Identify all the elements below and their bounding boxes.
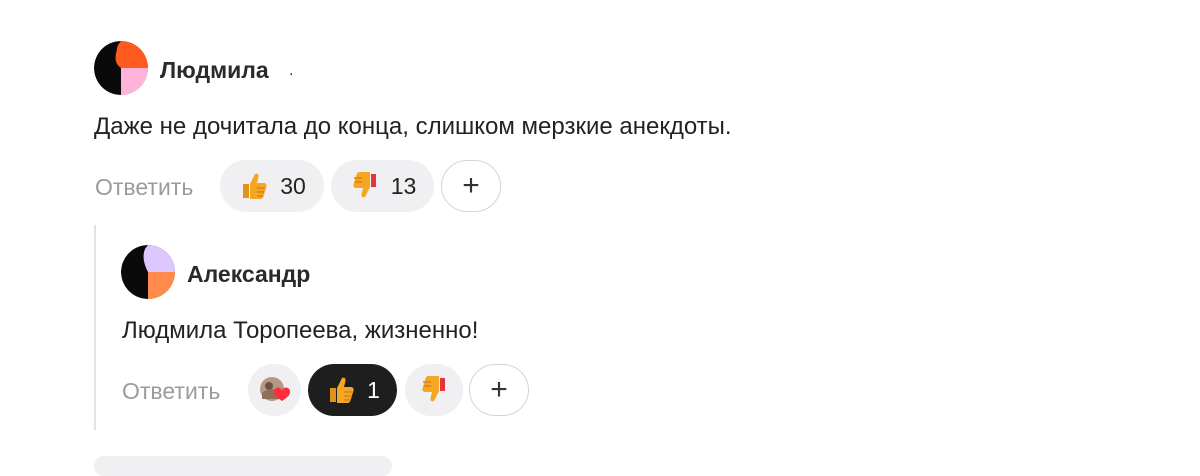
like-button[interactable]: 30: [220, 160, 324, 212]
plus-icon: +: [462, 169, 480, 202]
avatar-image: [94, 41, 148, 95]
add-reaction-button[interactable]: +: [469, 364, 529, 416]
reply-thread-line: [94, 225, 96, 430]
reactor-avatar-heart-icon: [259, 377, 290, 401]
dislike-button[interactable]: [405, 364, 463, 416]
like-count: 30: [280, 172, 306, 199]
reply-text: Людмила Торопеева, жизненно!: [122, 317, 479, 344]
dislike-count: 13: [390, 172, 417, 199]
avatar-aleksandr[interactable]: [121, 245, 175, 299]
like-button-active[interactable]: 1: [308, 364, 397, 416]
comment-input-partial[interactable]: [94, 456, 392, 476]
comment-text: Даже не дочитала до конца, слишком мерзк…: [94, 113, 732, 140]
like-count: 1: [367, 376, 380, 403]
reply-button[interactable]: Ответить: [95, 174, 193, 201]
thumbs-up-icon: [243, 173, 267, 199]
add-reaction-button[interactable]: +: [441, 160, 501, 212]
avatar-ludmila[interactable]: [94, 41, 148, 95]
author-dot: .: [289, 62, 294, 79]
reply-author[interactable]: Александр: [187, 261, 310, 288]
reactors-button[interactable]: [248, 364, 301, 416]
plus-icon: +: [490, 373, 508, 406]
dislike-button[interactable]: 13: [331, 160, 434, 212]
comment-author[interactable]: Людмила: [160, 57, 269, 84]
thumbs-down-icon: [422, 376, 445, 402]
reply-button[interactable]: Ответить: [122, 378, 220, 405]
thumbs-up-icon: [330, 377, 354, 403]
avatar-image: [121, 245, 175, 299]
thumbs-down-icon: [353, 172, 376, 198]
